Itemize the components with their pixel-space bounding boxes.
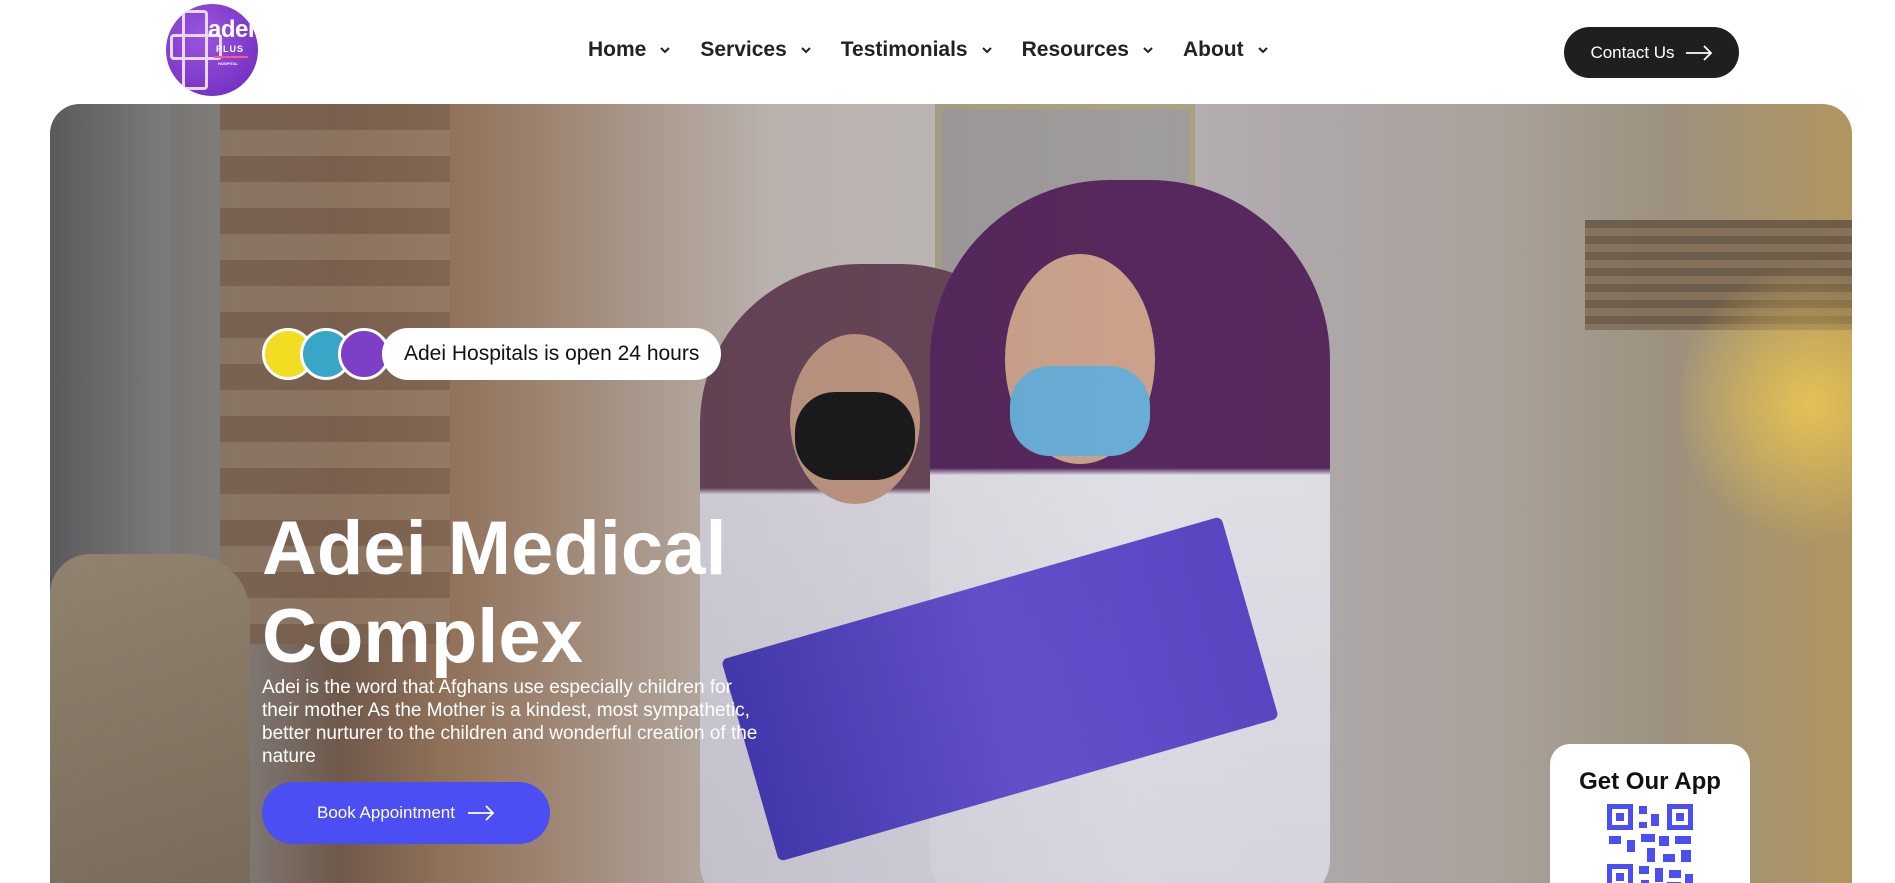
logo-tiny: HOSPITAL — [218, 61, 238, 66]
qr-code-icon — [1607, 804, 1693, 883]
nav-about-label: About — [1182, 38, 1244, 61]
contact-us-button[interactable]: Contact Us — [1564, 27, 1739, 78]
contact-us-label: Contact Us — [1590, 42, 1675, 62]
logo-sub: PLUS — [216, 44, 245, 54]
hero-title: Adei Medical Complex — [262, 506, 727, 679]
adei-logo[interactable]: adei PLUS HOSPITAL — [166, 4, 258, 96]
book-appointment-button[interactable]: Book Appointment — [262, 782, 550, 844]
nav-testimonials[interactable]: Testimonials — [841, 38, 994, 62]
arrow-right-icon — [1685, 44, 1712, 61]
chevron-down-icon — [658, 43, 672, 57]
nav-resources[interactable]: Resources — [1022, 38, 1155, 62]
get-app-title: Get Our App — [1579, 768, 1721, 795]
chevron-down-icon — [980, 43, 994, 57]
chevron-down-icon — [1141, 43, 1155, 57]
main-nav: Home Services Testimonials Resources Abo… — [588, 38, 1298, 62]
chevron-down-icon — [1256, 43, 1270, 57]
nav-home-label: Home — [588, 38, 647, 61]
book-appointment-label: Book Appointment — [317, 803, 455, 822]
nav-resources-label: Resources — [1021, 38, 1129, 61]
logo-word: adei — [208, 16, 255, 43]
nav-testimonials-label: Testimonials — [840, 38, 968, 61]
arrow-right-icon — [467, 805, 495, 821]
nav-services[interactable]: Services — [700, 38, 812, 62]
chevron-down-icon — [799, 43, 813, 57]
nav-home[interactable]: Home — [588, 38, 672, 62]
hero-description: Adei is the word that Afghans use especi… — [262, 677, 758, 767]
open-hours-text: Adei Hospitals is open 24 hours — [382, 328, 722, 380]
open-hours-badge: Adei Hospitals is open 24 hours — [262, 328, 722, 380]
nav-services-label: Services — [700, 38, 787, 61]
logo-line — [214, 56, 248, 58]
nav-about[interactable]: About — [1183, 38, 1270, 62]
get-app-card[interactable]: Get Our App — [1550, 744, 1750, 883]
site-header: adei PLUS HOSPITAL Home Services Testimo… — [0, 0, 1895, 104]
